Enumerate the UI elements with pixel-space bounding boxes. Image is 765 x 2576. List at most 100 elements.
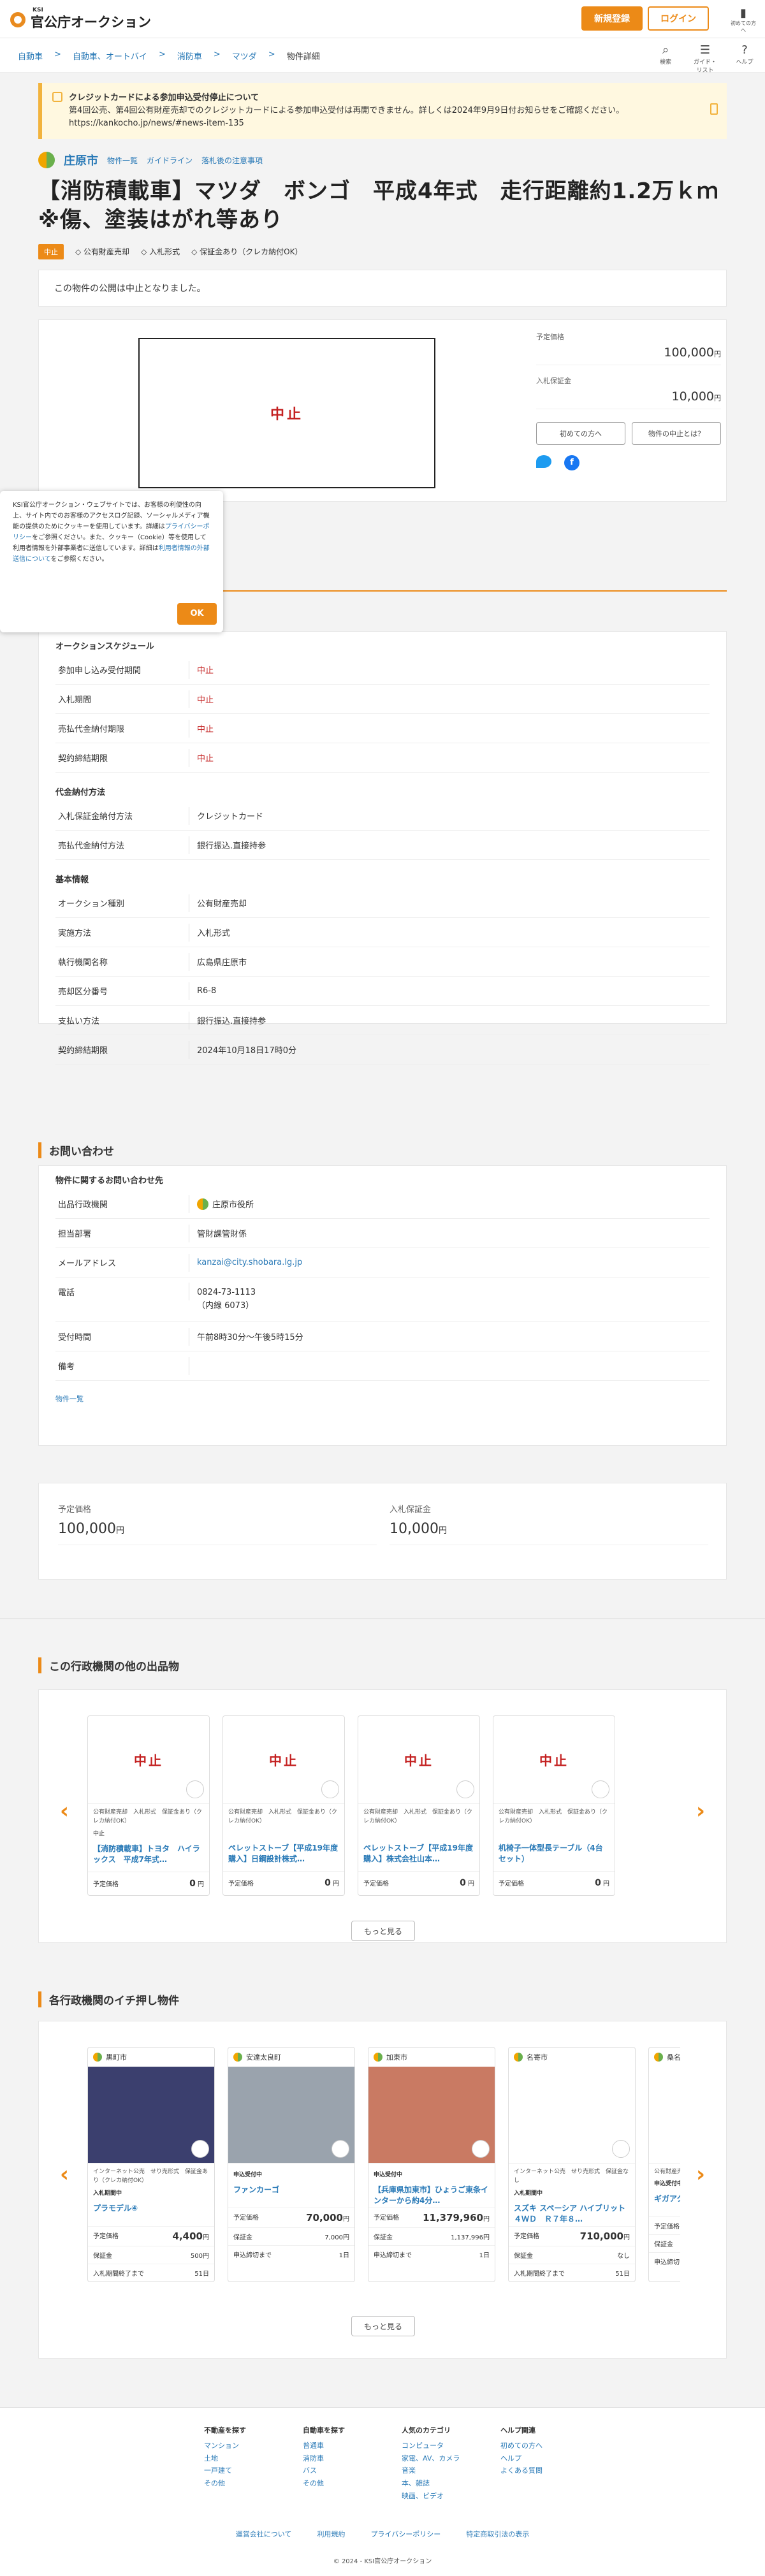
footer-link[interactable]: その他: [204, 2477, 268, 2490]
municipality-row: 庄原市 物件一覧 ガイドライン 落札後の注意事項: [38, 152, 727, 169]
footer-link[interactable]: コンピュータ: [402, 2440, 465, 2452]
list-item[interactable]: 中止 公有財産売却 入札形式 保証金あり（クレカ納付OK） 中止 【消防積載車】トヨタ…: [87, 1715, 210, 1896]
price-value: 51日: [194, 2270, 209, 2278]
municipality-name[interactable]: 庄原市: [64, 152, 98, 168]
register-button[interactable]: 新規登録: [581, 6, 643, 31]
price-label: 予定価格: [233, 2215, 259, 2222]
price-label: 申込締切まで: [233, 2252, 272, 2259]
muni-link-guideline[interactable]: ガイドライン: [147, 155, 193, 166]
favorite-icon[interactable]: [612, 2140, 630, 2158]
email-link[interactable]: kanzai@city.shobara.lg.jp: [189, 1258, 302, 1267]
price-row: 保証金 なし: [509, 2245, 635, 2264]
favorite-icon[interactable]: [592, 1780, 609, 1798]
item-name[interactable]: スズキ スペーシア ハイブリット４ＷＤ Ｒ７年８…: [509, 2198, 635, 2226]
item-price: 予定価格 0 円: [223, 1870, 344, 1895]
item-name[interactable]: ファンカーゴ: [228, 2179, 354, 2208]
status-badge: 中止: [38, 244, 64, 259]
muni-link-notes[interactable]: 落札後の注意事項: [201, 155, 263, 166]
list-nav[interactable]: ☰ ガイド・リスト: [692, 43, 718, 74]
list-item[interactable]: 安達太良町 申込受付中 ファンカーゴ 予定価格 70,000円 保証金 7,000円 申込締切…: [228, 2047, 355, 2282]
search-nav[interactable]: ⌕ 検索: [653, 43, 678, 74]
item-name[interactable]: ギガアクセ（YAMAHA…: [649, 2188, 680, 2216]
item-thumbnail: 中止: [223, 1716, 344, 1804]
breadcrumb-item[interactable]: マツダ: [232, 50, 257, 62]
footer-link[interactable]: 運営会社について: [236, 2529, 292, 2539]
muni-link-list[interactable]: 物件一覧: [107, 155, 138, 166]
favorite-icon[interactable]: [191, 2140, 209, 2158]
favorite-icon[interactable]: [456, 1780, 474, 1798]
chevron-right-icon: >: [54, 50, 61, 59]
footer-link[interactable]: プライバシーポリシー: [370, 2529, 441, 2539]
list-item[interactable]: 加東市 申込受付中 【兵庫県加東市】ひょうご東条インターから約4分… 予定価格 11,3…: [368, 2047, 495, 2282]
list-item[interactable]: 中止 公有財産売却 入札形式 保証金あり（クレカ納付OK） ペレットストーブ【平成1…: [358, 1715, 480, 1896]
breadcrumb-item[interactable]: 自動車: [18, 50, 43, 62]
list-item[interactable]: 中止 公有財産売却 入札形式 保証金あり（クレカ納付OK） 机椅子一体型長テーブル（…: [493, 1715, 615, 1896]
chevron-right-icon[interactable]: ›: [694, 2162, 707, 2187]
footer-link[interactable]: バス: [303, 2464, 367, 2477]
list-item[interactable]: 黒町市 インターネット公売 せり売形式 保証金あり（クレカ納付OK） 入札期間中 プラ…: [87, 2047, 215, 2282]
cookie-ok-button[interactable]: OK: [177, 603, 217, 625]
footer-link[interactable]: マンション: [204, 2440, 268, 2452]
list-item[interactable]: 名寄市 インターネット公売 せり売形式 保証金なし 入札期間中 スズキ スペーシア ハ…: [508, 2047, 636, 2282]
list-item[interactable]: 桑名市公有財産売却 保証金不要申込受付中ギガアクセ（YAMAHA… 予定価格保証金…: [648, 2047, 680, 2282]
favorite-icon[interactable]: [332, 2140, 349, 2158]
footer-link[interactable]: 本、雑誌: [402, 2477, 465, 2490]
price-value: 1,137,996円: [451, 2234, 490, 2241]
footer-link[interactable]: 特定商取引法の表示: [466, 2529, 529, 2539]
list-item[interactable]: 中止 公有財産売却 入札形式 保証金あり（クレカ納付OK） ペレットストーブ【平成1…: [222, 1715, 345, 1896]
footer-link[interactable]: 一戸建て: [204, 2464, 268, 2477]
copyright: © 2024 - KSI官公庁オークション: [333, 2558, 432, 2565]
footer-link[interactable]: 映画、ビデオ: [402, 2490, 465, 2503]
breadcrumb-item[interactable]: 自動車、オートバイ: [73, 50, 147, 62]
what-is-stop-button[interactable]: 物件の中止とは？: [632, 421, 721, 445]
help-nav[interactable]: ? ヘルプ: [732, 43, 757, 74]
first-time-nav[interactable]: ▮ 初めての方へ: [729, 6, 757, 34]
footer-link[interactable]: よくある質問: [500, 2464, 564, 2477]
breadcrumb-item[interactable]: 消防車: [177, 50, 202, 62]
notice-url[interactable]: https://kankocho.jp/news/#news-item-135: [69, 117, 715, 130]
logo-mark-icon: [10, 12, 26, 27]
twitter-icon[interactable]: [536, 455, 551, 468]
chevron-right-icon[interactable]: ›: [694, 1798, 707, 1824]
favorite-icon[interactable]: [472, 2140, 490, 2158]
municipality-row: 加東市: [368, 2048, 495, 2067]
item-thumbnail: [368, 2067, 495, 2164]
item-name[interactable]: プラモデル④: [88, 2198, 214, 2226]
facebook-icon[interactable]: f: [564, 455, 579, 470]
login-button[interactable]: ログイン: [648, 6, 709, 31]
footer-link[interactable]: 普通車: [303, 2440, 367, 2452]
item-list-link[interactable]: 物件一覧: [55, 1394, 710, 1404]
footer-link[interactable]: 消防車: [303, 2452, 367, 2465]
price-row: 保証金 7,000円: [228, 2227, 354, 2245]
item-name[interactable]: 机椅子一体型長テーブル（4台セット）: [493, 1838, 615, 1871]
close-icon[interactable]: [710, 103, 718, 115]
item-name[interactable]: 【兵庫県加東市】ひょうご東条インターから約4分…: [368, 2179, 495, 2208]
municipality-row: 名寄市: [509, 2048, 635, 2067]
main-content: クレジットカードによる参加申込受付停止について 第4回公売、第4回公有財産売却で…: [38, 83, 727, 502]
chevron-left-icon[interactable]: ‹: [58, 1798, 71, 1824]
favorite-icon[interactable]: [186, 1780, 204, 1798]
more-button[interactable]: もっと見る: [351, 2316, 415, 2336]
first-time-button[interactable]: 初めての方へ: [536, 421, 625, 445]
item-name[interactable]: ペレットストーブ【平成19年度購入】日鋼設計株式…: [223, 1838, 344, 1871]
item-price: 予定価格 0 円: [88, 1871, 209, 1895]
more-button[interactable]: もっと見る: [351, 1921, 415, 1941]
item-name[interactable]: 【消防積載車】トヨタ ハイラックス 平成7年式…: [88, 1838, 209, 1872]
footer-link[interactable]: 土地: [204, 2452, 268, 2465]
footer-link[interactable]: 家電、AV、カメラ: [402, 2452, 465, 2465]
price-value: なし: [617, 2252, 630, 2260]
footer-link[interactable]: 音楽: [402, 2464, 465, 2477]
footer-column: 人気のカテゴリ コンピュータ 家電、AV、カメラ 音楽 本、雑誌 映画、ビデオ: [402, 2424, 465, 2503]
tag-deposit: ◇ 保証金あり（クレカ納付OK）: [191, 247, 303, 257]
others-section-title: この行政機関の他の出品物: [38, 1657, 179, 1673]
tag-icon: ◇: [191, 247, 200, 257]
municipality-logo-icon: [93, 2053, 102, 2062]
chevron-left-icon[interactable]: ‹: [58, 2162, 71, 2187]
item-name[interactable]: ペレットストーブ【平成19年度購入】株式会社山本…: [358, 1838, 479, 1871]
footer-link[interactable]: 利用規約: [317, 2529, 345, 2539]
footer-link[interactable]: 初めての方へ: [500, 2440, 564, 2452]
site-logo[interactable]: KSI 官公庁オークション: [10, 7, 151, 31]
footer-link[interactable]: ヘルプ: [500, 2452, 564, 2465]
favorite-icon[interactable]: [321, 1780, 339, 1798]
footer-link[interactable]: その他: [303, 2477, 367, 2490]
